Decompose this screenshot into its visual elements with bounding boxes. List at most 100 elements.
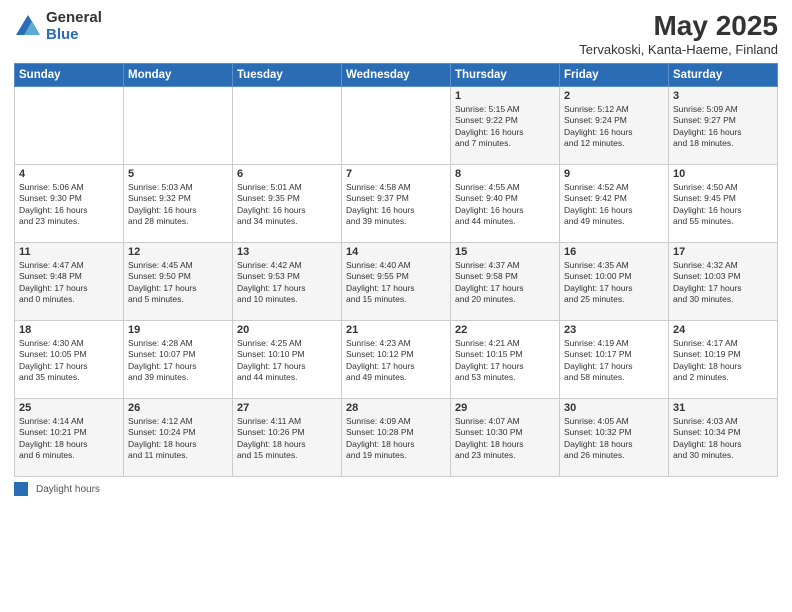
day-cell: 3 Sunrise: 5:09 AMSunset: 9:27 PMDaylight… <box>669 87 778 165</box>
day-number: 14 <box>346 246 446 258</box>
day-info: Sunrise: 4:37 AMSunset: 9:58 PMDaylight:… <box>455 260 555 306</box>
day-info: Sunrise: 4:09 AMSunset: 10:28 PMDaylight… <box>346 416 446 462</box>
day-info: Sunrise: 4:12 AMSunset: 10:24 PMDaylight… <box>128 416 228 462</box>
week-row-4: 18Sunrise: 4:30 AMSunset: 10:05 PMDaylig… <box>15 321 778 399</box>
day-info: Sunrise: 4:03 AMSunset: 10:34 PMDaylight… <box>673 416 773 462</box>
footer: Daylight hours <box>14 482 778 496</box>
day-info: Sunrise: 4:14 AMSunset: 10:21 PMDaylight… <box>19 416 119 462</box>
col-header-tuesday: Tuesday <box>233 64 342 87</box>
day-info: Sunrise: 5:15 AMSunset: 9:22 PMDaylight:… <box>455 104 555 150</box>
day-info: Sunrise: 4:07 AMSunset: 10:30 PMDaylight… <box>455 416 555 462</box>
day-number: 10 <box>673 168 773 180</box>
day-cell: 8 Sunrise: 4:55 AMSunset: 9:40 PMDaylight… <box>451 165 560 243</box>
day-cell: 28Sunrise: 4:09 AMSunset: 10:28 PMDaylig… <box>342 399 451 477</box>
day-info: Sunrise: 4:45 AMSunset: 9:50 PMDaylight:… <box>128 260 228 306</box>
day-info: Sunrise: 4:11 AMSunset: 10:26 PMDaylight… <box>237 416 337 462</box>
col-header-saturday: Saturday <box>669 64 778 87</box>
day-info: Sunrise: 4:47 AMSunset: 9:48 PMDaylight:… <box>19 260 119 306</box>
week-row-2: 4 Sunrise: 5:06 AMSunset: 9:30 PMDaylight… <box>15 165 778 243</box>
day-info: Sunrise: 5:09 AMSunset: 9:27 PMDaylight:… <box>673 104 773 150</box>
day-number: 17 <box>673 246 773 258</box>
calendar-table: SundayMondayTuesdayWednesdayThursdayFrid… <box>14 63 778 477</box>
col-header-wednesday: Wednesday <box>342 64 451 87</box>
day-number: 29 <box>455 402 555 414</box>
day-cell: 19 Sunrise: 4:28 AMSunset: 10:07 PMDaylig… <box>124 321 233 399</box>
col-header-thursday: Thursday <box>451 64 560 87</box>
day-cell: 29 Sunrise: 4:07 AMSunset: 10:30 PMDaylig… <box>451 399 560 477</box>
day-cell: 14 Sunrise: 4:40 AMSunset: 9:55 PMDayligh… <box>342 243 451 321</box>
day-info: Sunrise: 5:12 AMSunset: 9:24 PMDaylight:… <box>564 104 664 150</box>
day-info: Sunrise: 4:40 AMSunset: 9:55 PMDaylight:… <box>346 260 446 306</box>
day-cell: 20 Sunrise: 4:25 AMSunset: 10:10 PMDaylig… <box>233 321 342 399</box>
day-info: Sunrise: 5:03 AMSunset: 9:32 PMDaylight:… <box>128 182 228 228</box>
col-header-sunday: Sunday <box>15 64 124 87</box>
day-cell: 4 Sunrise: 5:06 AMSunset: 9:30 PMDaylight… <box>15 165 124 243</box>
day-cell: 27Sunrise: 4:11 AMSunset: 10:26 PMDaylig… <box>233 399 342 477</box>
day-cell: 7Sunrise: 4:58 AMSunset: 9:37 PMDaylight… <box>342 165 451 243</box>
day-cell <box>233 87 342 165</box>
day-info: Sunrise: 4:21 AMSunset: 10:15 PMDaylight… <box>455 338 555 384</box>
title-area: May 2025 Tervakoski, Kanta-Haeme, Finlan… <box>579 10 778 57</box>
day-cell <box>15 87 124 165</box>
day-number: 2 <box>564 90 664 102</box>
logo-icon <box>14 13 42 41</box>
day-number: 15 <box>455 246 555 258</box>
day-number: 6 <box>237 168 337 180</box>
day-cell: 5 Sunrise: 5:03 AMSunset: 9:32 PMDaylight… <box>124 165 233 243</box>
day-number: 5 <box>128 168 228 180</box>
day-cell: 6 Sunrise: 5:01 AMSunset: 9:35 PMDaylight… <box>233 165 342 243</box>
day-info: Sunrise: 4:55 AMSunset: 9:40 PMDaylight:… <box>455 182 555 228</box>
day-cell <box>342 87 451 165</box>
day-cell: 22Sunrise: 4:21 AMSunset: 10:15 PMDaylig… <box>451 321 560 399</box>
day-number: 18 <box>19 324 119 336</box>
week-row-1: 1 Sunrise: 5:15 AMSunset: 9:22 PMDaylight… <box>15 87 778 165</box>
legend-color-box <box>14 482 28 496</box>
day-cell: 10Sunrise: 4:50 AMSunset: 9:45 PMDayligh… <box>669 165 778 243</box>
legend-label: Daylight hours <box>36 484 100 495</box>
week-row-3: 11Sunrise: 4:47 AMSunset: 9:48 PMDayligh… <box>15 243 778 321</box>
day-number: 24 <box>673 324 773 336</box>
day-cell: 17 Sunrise: 4:32 AMSunset: 10:03 PMDaylig… <box>669 243 778 321</box>
day-info: Sunrise: 4:32 AMSunset: 10:03 PMDaylight… <box>673 260 773 306</box>
day-info: Sunrise: 5:06 AMSunset: 9:30 PMDaylight:… <box>19 182 119 228</box>
day-number: 19 <box>128 324 228 336</box>
day-number: 20 <box>237 324 337 336</box>
day-cell: 30 Sunrise: 4:05 AMSunset: 10:32 PMDaylig… <box>560 399 669 477</box>
day-number: 1 <box>455 90 555 102</box>
day-cell: 12Sunrise: 4:45 AMSunset: 9:50 PMDayligh… <box>124 243 233 321</box>
day-cell: 11Sunrise: 4:47 AMSunset: 9:48 PMDayligh… <box>15 243 124 321</box>
day-number: 8 <box>455 168 555 180</box>
col-header-friday: Friday <box>560 64 669 87</box>
logo-general-label: General <box>46 10 102 27</box>
day-cell: 2 Sunrise: 5:12 AMSunset: 9:24 PMDaylight… <box>560 87 669 165</box>
day-cell: 31 Sunrise: 4:03 AMSunset: 10:34 PMDaylig… <box>669 399 778 477</box>
day-cell: 24 Sunrise: 4:17 AMSunset: 10:19 PMDaylig… <box>669 321 778 399</box>
day-number: 30 <box>564 402 664 414</box>
day-cell: 23Sunrise: 4:19 AMSunset: 10:17 PMDaylig… <box>560 321 669 399</box>
day-info: Sunrise: 4:28 AMSunset: 10:07 PMDaylight… <box>128 338 228 384</box>
day-info: Sunrise: 4:52 AMSunset: 9:42 PMDaylight:… <box>564 182 664 228</box>
week-row-5: 25 Sunrise: 4:14 AMSunset: 10:21 PMDaylig… <box>15 399 778 477</box>
day-number: 7 <box>346 168 446 180</box>
day-number: 31 <box>673 402 773 414</box>
day-cell: 21Sunrise: 4:23 AMSunset: 10:12 PMDaylig… <box>342 321 451 399</box>
day-cell: 16Sunrise: 4:35 AMSunset: 10:00 PMDaylig… <box>560 243 669 321</box>
day-number: 25 <box>19 402 119 414</box>
day-info: Sunrise: 4:05 AMSunset: 10:32 PMDaylight… <box>564 416 664 462</box>
day-number: 13 <box>237 246 337 258</box>
day-number: 3 <box>673 90 773 102</box>
day-number: 26 <box>128 402 228 414</box>
logo: General Blue <box>14 10 102 43</box>
logo-text: General Blue <box>46 10 102 43</box>
day-cell: 1 Sunrise: 5:15 AMSunset: 9:22 PMDaylight… <box>451 87 560 165</box>
day-info: Sunrise: 4:23 AMSunset: 10:12 PMDaylight… <box>346 338 446 384</box>
day-cell <box>124 87 233 165</box>
day-info: Sunrise: 5:01 AMSunset: 9:35 PMDaylight:… <box>237 182 337 228</box>
main-title: May 2025 <box>579 10 778 42</box>
day-number: 16 <box>564 246 664 258</box>
day-number: 4 <box>19 168 119 180</box>
day-info: Sunrise: 4:25 AMSunset: 10:10 PMDaylight… <box>237 338 337 384</box>
day-info: Sunrise: 4:17 AMSunset: 10:19 PMDaylight… <box>673 338 773 384</box>
subtitle: Tervakoski, Kanta-Haeme, Finland <box>579 42 778 57</box>
day-cell: 18Sunrise: 4:30 AMSunset: 10:05 PMDaylig… <box>15 321 124 399</box>
